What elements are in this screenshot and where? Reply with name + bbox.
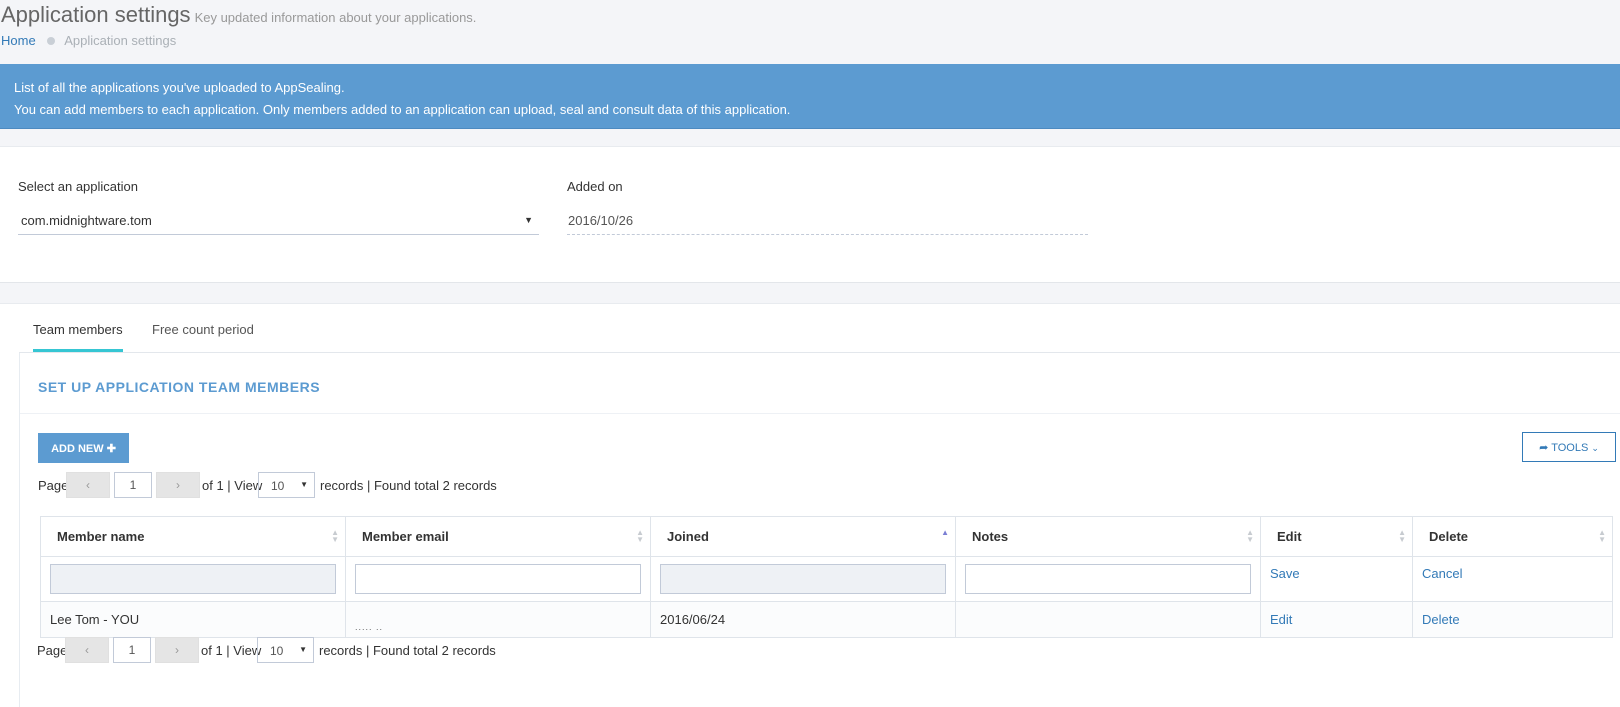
cell-member-name: Lee Tom - YOU (40, 601, 346, 638)
member-email-input[interactable] (355, 564, 641, 594)
column-header-joined[interactable]: Joined ▲ (650, 516, 956, 557)
member-name-input[interactable] (50, 564, 336, 594)
pager-view-select[interactable]: 10 ▼ (257, 637, 314, 663)
sort-icon: ▲ ▼ (636, 528, 644, 544)
info-notice: List of all the applications you've uplo… (0, 64, 1620, 129)
page-title: Application settings Key updated informat… (1, 2, 477, 27)
breadcrumb: Home Application settings (1, 33, 176, 48)
breadcrumb-separator-icon (47, 37, 56, 46)
team-panel: Team members Free count period SET UP AP… (0, 303, 1620, 707)
delete-link[interactable]: Delete (1422, 612, 1460, 627)
column-header-notes[interactable]: Notes ▲ ▼ (955, 516, 1261, 557)
pager-prev-button[interactable]: ‹ (66, 472, 110, 498)
new-member-row: Save Cancel (40, 556, 1613, 602)
pager-records-label: records | Found total 2 records (319, 643, 496, 658)
notice-line-1: List of all the applications you've uplo… (14, 80, 345, 95)
pager-page-label: Page (37, 643, 68, 658)
chevron-down-icon: ⌄ (1591, 442, 1599, 453)
pager-page-label: Page (38, 478, 69, 493)
pager-page-input[interactable] (113, 637, 151, 663)
section-divider (20, 413, 1620, 414)
section-title: SET UP APPLICATION TEAM MEMBERS (38, 379, 321, 395)
column-header-edit[interactable]: Edit ▲ ▼ (1260, 516, 1413, 557)
added-on-value: 2016/10/26 (567, 209, 1088, 235)
column-header-member-name[interactable]: Member name ▲ ▼ (40, 516, 346, 557)
notice-line-2: You can add members to each application.… (14, 102, 791, 117)
pager-next-button[interactable]: › (156, 472, 200, 498)
added-on-label: Added on (567, 179, 623, 194)
team-members-table: Member name ▲ ▼ Member email ▲ ▼ Joined ▲ Not… (40, 516, 1613, 638)
column-header-member-email[interactable]: Member email ▲ ▼ (345, 516, 651, 557)
pager-next-button[interactable]: › (155, 637, 199, 663)
pager-of-label: of 1 | View (201, 643, 262, 658)
tab-team-members[interactable]: Team members (33, 322, 123, 352)
sort-icon: ▲ ▼ (331, 528, 339, 544)
notes-input[interactable] (965, 564, 1251, 594)
cell-joined: 2016/06/24 (650, 601, 956, 638)
save-link[interactable]: Save (1270, 566, 1300, 581)
sort-icon: ▲ ▼ (1398, 528, 1406, 544)
tab-free-count-period[interactable]: Free count period (152, 322, 254, 349)
pager-records-label: records | Found total 2 records (320, 478, 497, 493)
table-row: Lee Tom - YOU ..... .. 2016/06/24 Edit D… (40, 601, 1613, 638)
sort-icon: ▲ ▼ (1598, 528, 1606, 544)
tab-bar: Team members Free count period (19, 304, 1620, 353)
sort-icon: ▲ ▼ (1246, 528, 1254, 544)
add-new-button[interactable]: ADD NEW ✚ (38, 433, 129, 463)
application-panel: Select an application com.midnightware.t… (0, 146, 1620, 283)
sort-ascending-icon: ▲ (941, 528, 949, 537)
joined-input[interactable] (660, 564, 946, 594)
caret-down-icon: ▼ (299, 645, 307, 654)
table-header-row: Member name ▲ ▼ Member email ▲ ▼ Joined ▲ Not… (40, 516, 1613, 557)
pager-view-select[interactable]: 10 ▼ (258, 472, 315, 498)
breadcrumb-current: Application settings (64, 33, 177, 48)
page-header: Application settings Key updated informat… (0, 0, 1620, 58)
pager-page-input[interactable] (114, 472, 152, 498)
caret-down-icon: ▼ (300, 480, 308, 489)
cell-notes (955, 601, 1261, 638)
breadcrumb-home-link[interactable]: Home (1, 33, 36, 48)
pager-of-label: of 1 | View (202, 478, 263, 493)
cell-member-email: ..... .. (355, 622, 384, 632)
page-subtitle: Key updated information about your appli… (194, 10, 477, 25)
application-select-value: com.midnightware.tom (21, 213, 152, 228)
cancel-link[interactable]: Cancel (1422, 566, 1462, 581)
application-select[interactable]: com.midnightware.tom ▼ (18, 209, 539, 235)
select-application-label: Select an application (18, 179, 138, 194)
edit-link[interactable]: Edit (1270, 612, 1292, 627)
plus-icon: ✚ (106, 442, 116, 455)
tools-button[interactable]: ➦ TOOLS ⌄ (1522, 432, 1616, 462)
column-header-delete[interactable]: Delete ▲ ▼ (1412, 516, 1613, 557)
share-icon: ➦ (1539, 441, 1549, 454)
caret-down-icon: ▼ (524, 215, 533, 225)
pager-prev-button[interactable]: ‹ (65, 637, 109, 663)
